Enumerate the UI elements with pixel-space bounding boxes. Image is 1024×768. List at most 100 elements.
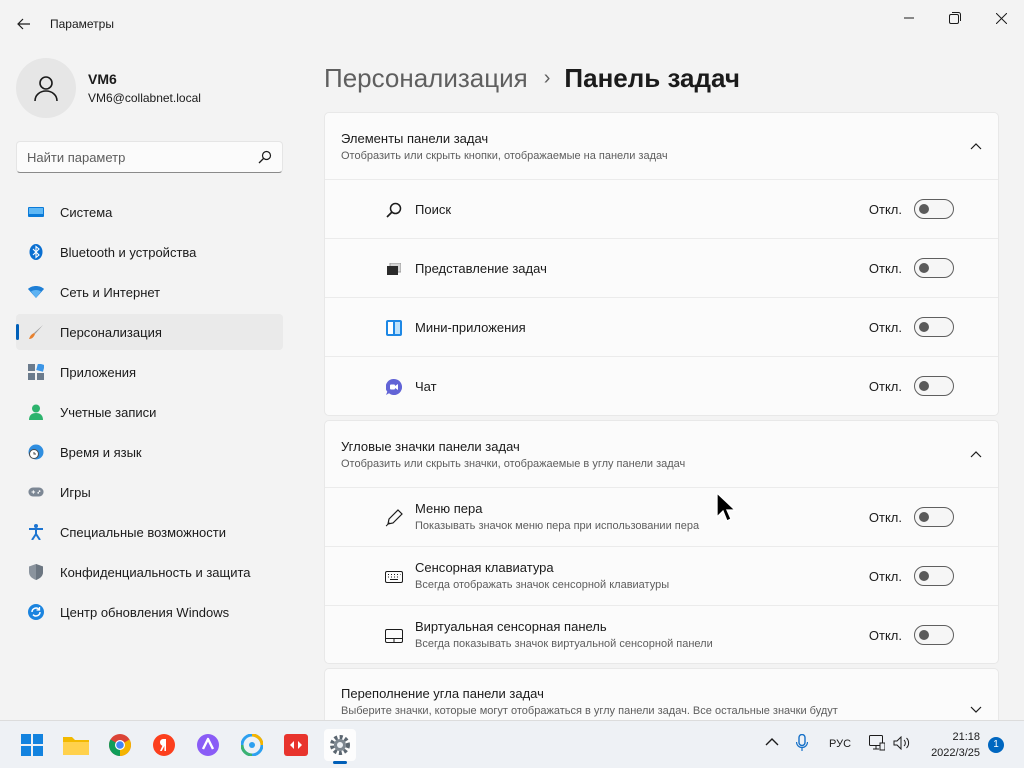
maximize-button[interactable] <box>932 4 978 32</box>
input-language-indicator[interactable]: РУС <box>829 738 851 750</box>
user-name: VM6 <box>88 71 117 87</box>
touchpad-icon <box>385 627 403 645</box>
setting-label: Представление задач <box>415 261 547 276</box>
sidebar-item-label: Приложения <box>60 365 137 380</box>
task-view-toggle[interactable] <box>914 258 954 278</box>
breadcrumb: Персонализация › Панель задач <box>324 58 740 98</box>
section-title: Переполнение угла панели задач <box>341 686 544 701</box>
taskbar-settings[interactable] <box>324 729 356 764</box>
show-hidden-icons-chevron-up-icon[interactable] <box>765 736 779 750</box>
bluetooth-icon <box>28 244 44 260</box>
notification-badge[interactable]: 1 <box>988 737 1004 753</box>
widgets-toggle[interactable] <box>914 317 954 337</box>
back-button[interactable] <box>10 10 38 38</box>
account-icon <box>28 404 44 420</box>
taskbar-items-section: Элементы панели задач Отобразить или скр… <box>324 112 999 416</box>
volume-icon[interactable] <box>893 735 911 753</box>
network-icon <box>28 284 44 300</box>
setting-label: Меню пера <box>415 501 483 516</box>
folder-icon <box>63 737 89 755</box>
start-button[interactable] <box>16 729 48 761</box>
clock-date: 2022/3/25 <box>931 747 980 759</box>
sidebar-item-gaming[interactable]: Игры <box>16 474 283 510</box>
sidebar-item-label: Игры <box>60 485 91 500</box>
section-subtitle: Отобразить или скрыть значки, отображаем… <box>341 458 686 470</box>
sidebar-item-label: Персонализация <box>60 325 162 340</box>
sidebar-item-personalization[interactable]: Персонализация <box>16 314 283 350</box>
pen-icon <box>385 509 403 527</box>
setting-row-chat: Чат Откл. <box>325 356 998 415</box>
taskbar-chrome[interactable] <box>104 729 136 761</box>
setting-row-virtual-touchpad: Виртуальная сенсорная панель Всегда пока… <box>325 605 998 664</box>
close-button[interactable] <box>978 4 1024 32</box>
system-icon <box>28 204 44 220</box>
pen-menu-toggle[interactable] <box>914 507 954 527</box>
keyboard-icon <box>385 568 403 586</box>
search-input[interactable] <box>27 148 247 166</box>
toggle-state-label: Откл. <box>868 202 902 217</box>
back-arrow-icon <box>17 18 30 30</box>
setting-row-touch-keyboard: Сенсорная клавиатура Всегда отображать з… <box>325 546 998 605</box>
restore-icon <box>949 12 961 24</box>
search-icon[interactable] <box>258 150 272 169</box>
chevron-down-icon[interactable] <box>968 702 984 718</box>
setting-label: Поиск <box>415 202 452 217</box>
corner-icons-header[interactable]: Угловые значки панели задач Отобразить и… <box>325 421 998 487</box>
sidebar-item-apps[interactable]: Приложения <box>16 354 283 390</box>
setting-label: Мини-приложения <box>415 320 526 335</box>
microphone-icon[interactable] <box>795 733 809 755</box>
sidebar-item-privacy[interactable]: Конфиденциальность и защита <box>16 554 283 590</box>
setting-row-task-view: Представление задач Откл. <box>325 238 998 297</box>
system-clock[interactable]: 21:18 2022/3/25 <box>931 729 980 761</box>
corner-icons-section: Угловые значки панели задач Отобразить и… <box>324 420 999 664</box>
corner-overflow-section[interactable]: Переполнение угла панели задач Выберите … <box>324 668 999 728</box>
sidebar-item-windows-update[interactable]: Центр обновления Windows <box>16 594 283 630</box>
close-icon <box>995 12 1007 24</box>
mouse-cursor-icon <box>716 492 736 522</box>
sidebar-item-label: Время и язык <box>60 445 142 460</box>
apps-icon <box>28 364 44 380</box>
section-title: Угловые значки панели задач <box>341 439 520 454</box>
chat-toggle[interactable] <box>914 376 954 396</box>
sidebar-item-network[interactable]: Сеть и Интернет <box>16 274 283 310</box>
page-title: Панель задач <box>564 62 740 93</box>
taskbar-remote-app[interactable] <box>280 729 312 761</box>
toggle-state-label: Откл. <box>868 569 902 584</box>
touch-keyboard-toggle[interactable] <box>914 566 954 586</box>
task-view-icon <box>385 260 403 278</box>
taskbar-items-header[interactable]: Элементы панели задач Отобразить или скр… <box>325 113 998 179</box>
taskbar-alice[interactable] <box>192 729 224 761</box>
clock-globe-icon <box>28 444 44 460</box>
taskbar-file-explorer[interactable] <box>60 729 92 761</box>
sidebar-item-accounts[interactable]: Учетные записи <box>16 394 283 430</box>
setting-label: Чат <box>415 379 437 394</box>
alice-assistant-icon <box>197 734 219 756</box>
search-toggle[interactable] <box>914 199 954 219</box>
minimize-icon <box>904 17 914 19</box>
minimize-button[interactable] <box>886 4 932 32</box>
sidebar-item-system[interactable]: Система <box>16 194 283 230</box>
user-icon <box>34 76 58 102</box>
taskbar-yandex-browser[interactable] <box>148 729 180 761</box>
taskbar-browser-app[interactable] <box>236 729 268 761</box>
search-box[interactable] <box>16 141 283 173</box>
network-status-icon[interactable] <box>869 735 886 754</box>
chevron-up-icon[interactable] <box>968 138 984 154</box>
update-icon <box>28 604 44 620</box>
sidebar-item-label: Bluetooth и устройства <box>60 245 197 260</box>
setting-label: Сенсорная клавиатура <box>415 560 554 575</box>
search-icon <box>385 201 403 219</box>
sidebar-item-bluetooth[interactable]: Bluetooth и устройства <box>16 234 283 270</box>
sidebar-item-time-language[interactable]: Время и язык <box>16 434 283 470</box>
toggle-state-label: Откл. <box>868 320 902 335</box>
sidebar-item-label: Специальные возможности <box>60 525 226 540</box>
windows-logo-icon <box>21 734 43 756</box>
sidebar-item-accessibility[interactable]: Специальные возможности <box>16 514 283 550</box>
chat-icon <box>385 378 403 396</box>
chevron-up-icon[interactable] <box>968 446 984 462</box>
sidebar-item-label: Учетные записи <box>60 405 157 420</box>
breadcrumb-parent-link[interactable]: Персонализация <box>324 63 528 94</box>
virtual-touchpad-toggle[interactable] <box>914 625 954 645</box>
user-profile[interactable]: VM6 VM6@collabnet.local <box>16 58 286 118</box>
remote-desktop-icon <box>284 734 308 756</box>
